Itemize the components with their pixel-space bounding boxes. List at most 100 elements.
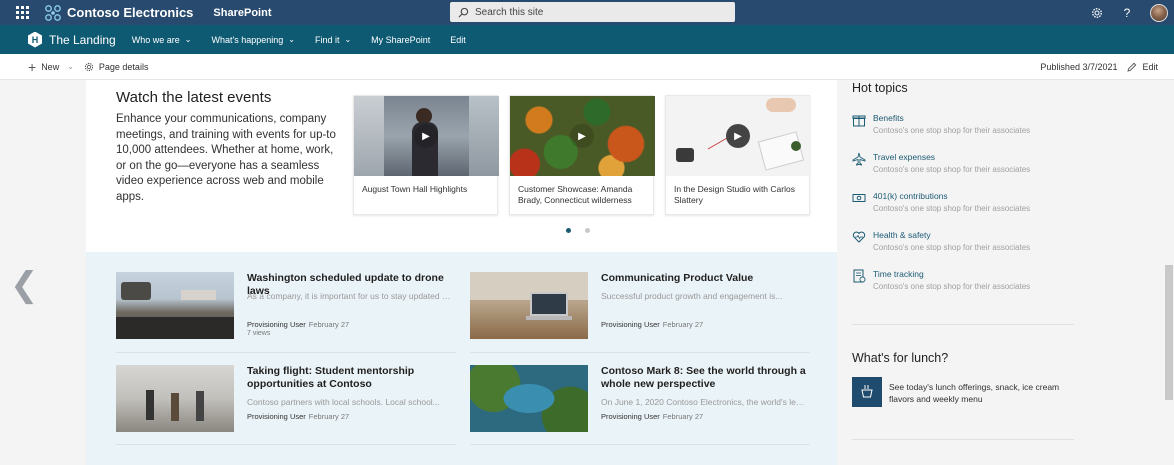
suite-bar: Contoso Electronics SharePoint Search th…: [0, 0, 1174, 25]
topic-item-benefits[interactable]: Benefits Contoso's one stop shop for the…: [852, 113, 1082, 143]
news-item[interactable]: Communicating Product Value Successful p…: [470, 272, 810, 347]
chevron-down-icon: ⌄: [344, 35, 352, 44]
nav-item-who-we-are[interactable]: Who we are ⌄: [132, 35, 192, 45]
events-title: Watch the latest events: [116, 89, 272, 106]
nav-item-my-sharepoint[interactable]: My SharePoint: [371, 35, 430, 45]
scrollbar-thumb[interactable]: [1165, 265, 1173, 400]
video-title: Customer Showcase: Amanda Brady, Connect…: [518, 184, 633, 205]
carousel-dot[interactable]: [566, 228, 571, 233]
news-author[interactable]: Provisioning User: [601, 320, 660, 329]
news-title[interactable]: Communicating Product Value: [601, 272, 806, 285]
play-icon[interactable]: ▶: [414, 124, 438, 148]
pencil-icon: [1127, 62, 1137, 72]
news-item[interactable]: Taking flight: Student mentorship opport…: [116, 365, 456, 440]
nav-item-whats-happening[interactable]: What's happening ⌄: [211, 35, 294, 45]
settings-button[interactable]: [1082, 0, 1112, 25]
news-meta: Provisioning User February 27: [601, 320, 703, 329]
news-date: February 27: [662, 412, 704, 421]
published-status: Published 3/7/2021: [1040, 61, 1118, 72]
nav-item-label: What's happening: [211, 34, 284, 45]
help-button[interactable]: ?: [1112, 0, 1142, 25]
search-icon: [458, 7, 469, 17]
news-description: Successful product growth and engagement…: [601, 291, 783, 301]
news-description: As a company, it is important for us to …: [247, 291, 452, 301]
search-placeholder: Search this site: [475, 6, 544, 18]
topic-item-travel-expenses[interactable]: Travel expenses Contoso's one stop shop …: [852, 152, 1082, 182]
brand-name: Contoso Electronics: [67, 5, 194, 20]
play-icon[interactable]: ▶: [570, 124, 594, 148]
play-icon[interactable]: ▶: [726, 124, 750, 148]
divider: [470, 352, 810, 353]
news-description: On June 1, 2020 Contoso Electronics, the…: [601, 397, 806, 407]
video-thumbnail: ▶: [666, 96, 811, 176]
topic-description: Contoso's one stop shop for their associ…: [873, 165, 1031, 174]
scrollbar[interactable]: [1164, 80, 1174, 465]
waffle-icon[interactable]: [0, 0, 44, 25]
topic-label: Time tracking: [873, 269, 924, 279]
gear-icon: [84, 62, 94, 71]
video-title: August Town Hall Highlights: [362, 184, 468, 194]
site-nav: H The Landing Who we are ⌄ What's happen…: [0, 25, 1174, 54]
video-card[interactable]: ▶ August Town Hall Highlights: [353, 95, 499, 215]
airplane-icon: [852, 152, 866, 166]
news-title[interactable]: Taking flight: Student mentorship opport…: [247, 365, 452, 391]
nav-item-edit[interactable]: Edit: [450, 35, 466, 45]
food-icon-glyph: [861, 385, 873, 398]
topic-label: 401(k) contributions: [873, 191, 948, 201]
edit-button[interactable]: Edit: [1127, 62, 1158, 72]
new-button[interactable]: + New ⌄: [28, 59, 74, 75]
lunch-title: What's for lunch?: [852, 351, 949, 365]
chevron-left-icon[interactable]: ❮: [10, 265, 39, 305]
nav-item-label: Who we are: [131, 34, 180, 45]
hot-topics-title: Hot topics: [852, 81, 908, 95]
news-author[interactable]: Provisioning User: [247, 320, 306, 329]
site-logo-icon[interactable]: H: [28, 31, 42, 48]
news-views: 7 views: [247, 330, 271, 337]
news-author[interactable]: Provisioning User: [601, 412, 660, 421]
search-box[interactable]: Search this site: [450, 2, 735, 22]
app-name[interactable]: SharePoint: [213, 7, 271, 19]
topic-item-401k[interactable]: 401(k) contributions Contoso's one stop …: [852, 191, 1082, 221]
news-date: February 27: [308, 320, 350, 329]
lunch-description[interactable]: See today's lunch offerings, snack, ice …: [889, 381, 1069, 405]
news-thumbnail: [470, 272, 588, 339]
divider: [116, 352, 456, 353]
news-meta: Provisioning User February 27: [247, 412, 349, 421]
contoso-logo-icon: [45, 4, 61, 21]
nav-item-label: Find it: [314, 34, 340, 45]
money-icon: [852, 194, 866, 202]
divider: [852, 439, 1074, 440]
carousel-dots: [566, 228, 590, 233]
food-icon[interactable]: [852, 377, 882, 407]
topic-description: Contoso's one stop shop for their associ…: [873, 204, 1031, 213]
news-item[interactable]: Washington scheduled update to drone law…: [116, 272, 456, 347]
chevron-down-icon: ⌄: [288, 35, 295, 44]
brand[interactable]: Contoso Electronics: [44, 4, 193, 22]
divider: [470, 444, 810, 445]
news-author[interactable]: Provisioning User: [247, 412, 306, 421]
avatar[interactable]: [1150, 3, 1168, 22]
video-card[interactable]: ▶ In the Design Studio with Carlos Slatt…: [665, 95, 811, 215]
site-title[interactable]: The Landing: [49, 33, 116, 47]
divider: [852, 324, 1074, 325]
edit-label: Edit: [1142, 61, 1158, 72]
timesheet-icon: [853, 269, 866, 283]
news-thumbnail: [116, 272, 234, 339]
topic-label: Health & safety: [873, 230, 931, 240]
nav-item-find-it[interactable]: Find it ⌄: [315, 35, 351, 45]
topic-label: Travel expenses: [873, 152, 936, 162]
topic-label: Benefits: [873, 113, 904, 123]
news-title[interactable]: Contoso Mark 8: See the world through a …: [601, 365, 806, 391]
topic-item-time-tracking[interactable]: Time tracking Contoso's one stop shop fo…: [852, 269, 1082, 299]
video-card[interactable]: ▶ Customer Showcase: Amanda Brady, Conne…: [509, 95, 655, 215]
command-bar: + New ⌄ Page details Published 3/7/2021 …: [0, 54, 1174, 80]
news-item[interactable]: Contoso Mark 8: See the world through a …: [470, 365, 810, 440]
news-thumbnail: [470, 365, 588, 432]
page-details-label: Page details: [98, 61, 149, 72]
topic-item-health-safety[interactable]: Health & safety Contoso's one stop shop …: [852, 230, 1082, 260]
news-date: February 27: [662, 320, 704, 329]
page-details-button[interactable]: Page details: [84, 61, 149, 72]
carousel-dot[interactable]: [585, 228, 590, 233]
news-date: February 27: [308, 412, 350, 421]
chevron-down-icon: ⌄: [67, 62, 74, 71]
